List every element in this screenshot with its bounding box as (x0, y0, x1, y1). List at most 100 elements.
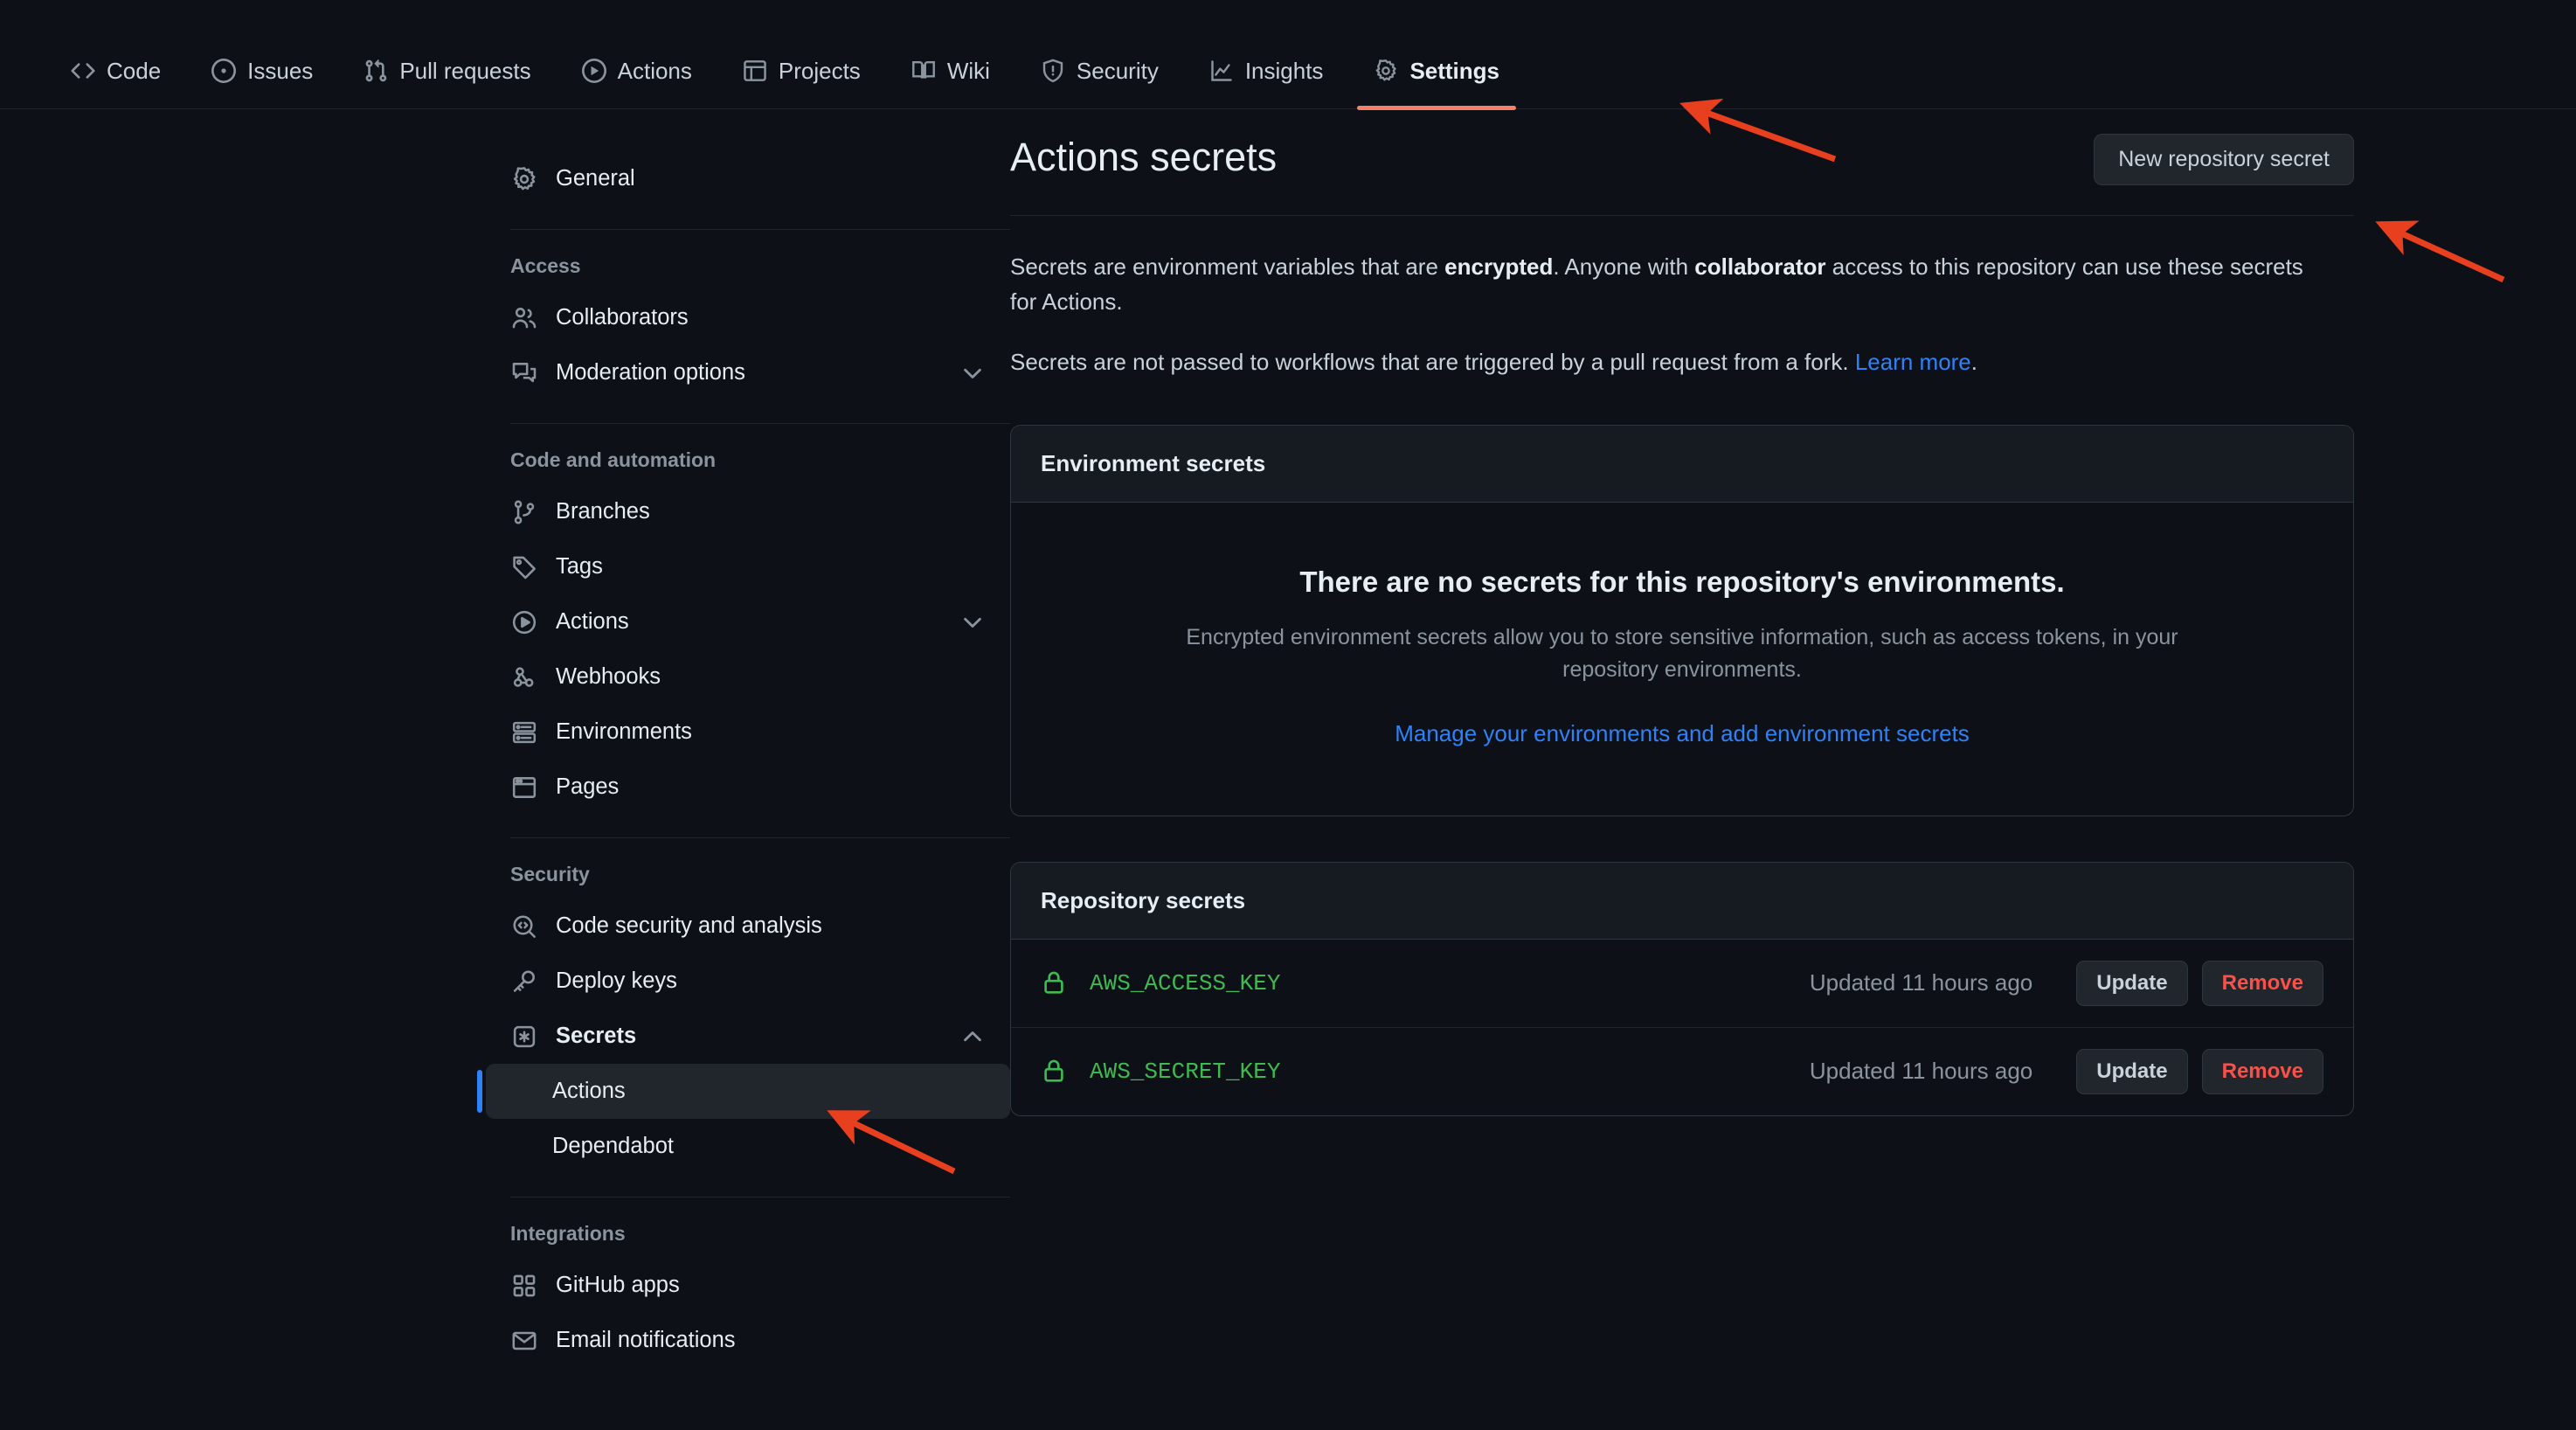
browser-icon (510, 774, 538, 802)
nav-tab-settings[interactable]: Settings (1357, 33, 1516, 108)
sidebar-group-heading: Integrations (486, 1222, 1010, 1246)
desc-bold-collaborator: collaborator (1694, 253, 1825, 280)
sidebar-item-label: Secrets (556, 1024, 959, 1049)
sidebar-item-secrets[interactable]: Secrets (486, 1009, 1010, 1064)
sidebar-item-label: Deploy keys (556, 968, 986, 994)
nav-tab-insights[interactable]: Insights (1193, 33, 1340, 108)
mail-icon (510, 1327, 538, 1355)
update-secret-button[interactable]: Update (2076, 961, 2187, 1006)
secrets-description-1: Secrets are environment variables that a… (1010, 249, 2303, 320)
sidebar-item-label: Actions (556, 609, 959, 635)
git-pull-request-icon (364, 59, 388, 83)
gear-icon (1374, 59, 1398, 83)
nav-tab-label: Code (107, 58, 161, 85)
lock-icon (1041, 1058, 1069, 1086)
sidebar-item-email-notifications[interactable]: Email notifications (486, 1313, 1010, 1368)
repository-secrets-box: Repository secrets AWS_ACCESS_KEY Update… (1010, 862, 2354, 1116)
remove-secret-button[interactable]: Remove (2202, 1049, 2323, 1094)
sidebar-group-heading: Access (486, 254, 1010, 278)
nav-tab-label: Insights (1245, 58, 1324, 85)
sidebar-item-deploy-keys[interactable]: Deploy keys (486, 954, 1010, 1009)
nav-tab-code[interactable]: Code (54, 33, 177, 108)
repository-secrets-header: Repository secrets (1011, 863, 2353, 940)
lock-icon (1041, 969, 1069, 997)
sidebar-subitem-label: Dependabot (552, 1134, 674, 1159)
chevron-down-icon[interactable] (959, 609, 986, 635)
sidebar-item-label: Pages (556, 774, 986, 800)
sidebar-group-heading: Code and automation (486, 448, 1010, 472)
secret-updated-timestamp: Updated 11 hours ago (1810, 969, 2032, 996)
sidebar-group-heading: Security (486, 863, 1010, 886)
nav-tab-actions[interactable]: Actions (565, 33, 709, 108)
sidebar-item-label: Moderation options (556, 360, 959, 385)
graph-icon (1209, 59, 1234, 83)
chevron-up-icon[interactable] (959, 1024, 986, 1050)
sidebar-item-collaborators[interactable]: Collaborators (486, 290, 1010, 345)
table-row: AWS_SECRET_KEY Updated 11 hours ago Upda… (1011, 1028, 2353, 1115)
apps-icon (510, 1272, 538, 1300)
main-content: Actions secrets New repository secret Se… (1010, 109, 2354, 1430)
sidebar-subitem-label: Actions (552, 1079, 626, 1104)
chevron-down-icon[interactable] (959, 360, 986, 386)
key-asterisk-icon (510, 1023, 538, 1051)
play-icon (510, 608, 538, 636)
sidebar-item-label: GitHub apps (556, 1273, 986, 1298)
sidebar-item-general[interactable]: General (486, 151, 1010, 206)
remove-secret-button[interactable]: Remove (2202, 961, 2323, 1006)
git-branch-icon (510, 498, 538, 526)
sidebar-item-moderation-options[interactable]: Moderation options (486, 345, 1010, 400)
github-repository-settings-page: Code Issues Pull requests Actions Projec (0, 0, 2576, 1430)
sidebar-item-tags[interactable]: Tags (486, 539, 1010, 594)
webhook-icon (510, 663, 538, 691)
people-icon (510, 304, 538, 332)
nav-tab-projects[interactable]: Projects (726, 33, 877, 108)
update-secret-button[interactable]: Update (2076, 1049, 2187, 1094)
secret-name[interactable]: AWS_SECRET_KEY (1090, 1059, 1810, 1085)
sidebar-item-label: Tags (556, 554, 986, 580)
sidebar-item-label: Code security and analysis (556, 913, 986, 939)
sidebar-item-webhooks[interactable]: Webhooks (486, 649, 1010, 705)
gear-icon (510, 165, 538, 193)
main-header: Actions secrets New repository secret (1010, 134, 2354, 216)
comment-discussion-icon (510, 359, 538, 387)
learn-more-link[interactable]: Learn more (1855, 349, 1971, 375)
sidebar-item-branches[interactable]: Branches (486, 484, 1010, 539)
table-icon (743, 59, 767, 83)
nav-tab-wiki[interactable]: Wiki (895, 33, 1007, 108)
new-repository-secret-button[interactable]: New repository secret (2094, 134, 2354, 185)
sidebar-item-label: Branches (556, 499, 986, 524)
secret-updated-timestamp: Updated 11 hours ago (1810, 1058, 2032, 1085)
nav-tab-security[interactable]: Security (1024, 33, 1175, 108)
nav-tab-issues[interactable]: Issues (195, 33, 329, 108)
sidebar-subitem-dependabot[interactable]: Dependabot (486, 1119, 1010, 1174)
nav-tab-label: Issues (247, 58, 313, 85)
book-icon (911, 59, 936, 83)
sidebar-group-access: Access Collaborators Moderation options (486, 254, 1010, 400)
sidebar-subitem-actions[interactable]: Actions (486, 1064, 1010, 1119)
settings-body: General Access Collaborators Moderation … (0, 109, 2576, 1430)
nav-tab-label: Pull requests (399, 58, 530, 85)
empty-state-title: There are no secrets for this repository… (1041, 566, 2323, 599)
sidebar-item-github-apps[interactable]: GitHub apps (486, 1258, 1010, 1313)
environment-secrets-box: Environment secrets There are no secrets… (1010, 425, 2354, 816)
nav-tab-label: Projects (779, 58, 861, 85)
sidebar-item-actions[interactable]: Actions (486, 594, 1010, 649)
sidebar-item-code-security-and-analysis[interactable]: Code security and analysis (486, 899, 1010, 954)
sidebar-group-code-and-automation: Code and automation Branches Tags (486, 448, 1010, 815)
sidebar-item-label: General (556, 166, 986, 191)
server-icon (510, 718, 538, 746)
nav-tab-pull-requests[interactable]: Pull requests (347, 33, 547, 108)
sidebar-group-integrations: Integrations GitHub apps Email notificat… (486, 1222, 1010, 1368)
tag-icon (510, 553, 538, 581)
sidebar-divider (510, 837, 1010, 838)
desc2-text: Secrets are not passed to workflows that… (1010, 349, 1855, 375)
shield-icon (1041, 59, 1065, 83)
manage-environments-link[interactable]: Manage your environments and add environ… (1395, 720, 1970, 746)
key-icon (510, 968, 538, 996)
sidebar-item-pages[interactable]: Pages (486, 760, 1010, 815)
desc-bold-encrypted: encrypted (1444, 253, 1553, 280)
sidebar-divider (510, 229, 1010, 230)
table-row: AWS_ACCESS_KEY Updated 11 hours ago Upda… (1011, 940, 2353, 1028)
secret-name[interactable]: AWS_ACCESS_KEY (1090, 970, 1810, 996)
sidebar-item-environments[interactable]: Environments (486, 705, 1010, 760)
